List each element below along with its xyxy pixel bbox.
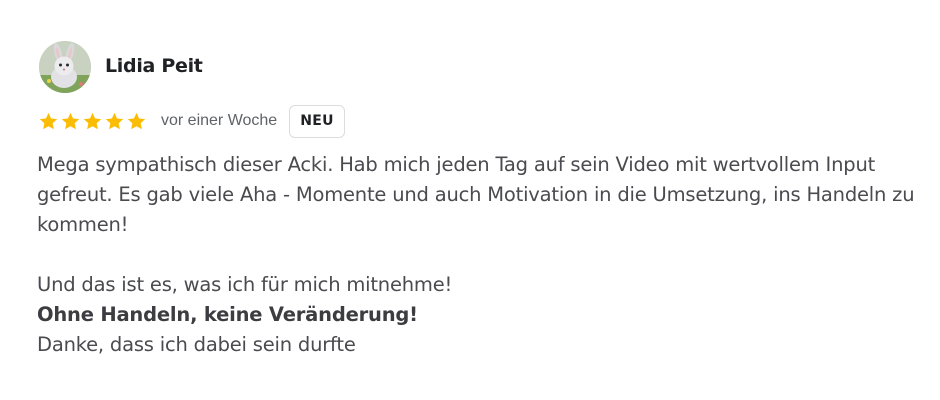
star-icon [61, 112, 80, 129]
new-badge: NEU [289, 104, 345, 138]
star-icon [39, 112, 58, 129]
star-rating [38, 111, 147, 132]
star-icon [105, 112, 124, 129]
review-line: Und das ist es, was ich für mich mitnehm… [37, 273, 453, 296]
review-date: vor einer Woche [161, 112, 278, 129]
star-icon [127, 112, 146, 129]
review-card: Lidia Peit vor einer Woche NEU Mega symp… [0, 0, 940, 400]
avatar[interactable] [39, 41, 91, 93]
review-line-thanks: Danke, dass ich dabei sein durfte [37, 333, 356, 356]
review-emphasis-line: Ohne Handeln, keine Veränderung! [37, 303, 418, 326]
review-paragraph: Mega sympathisch dieser Acki. Hab mich j… [37, 153, 915, 236]
review-text: Mega sympathisch dieser Acki. Hab mich j… [37, 150, 917, 360]
star-icon [83, 112, 102, 129]
review-meta: vor einer Woche NEU [38, 104, 345, 138]
bunny-avatar-icon [39, 41, 91, 93]
author-name[interactable]: Lidia Peit [105, 54, 203, 78]
